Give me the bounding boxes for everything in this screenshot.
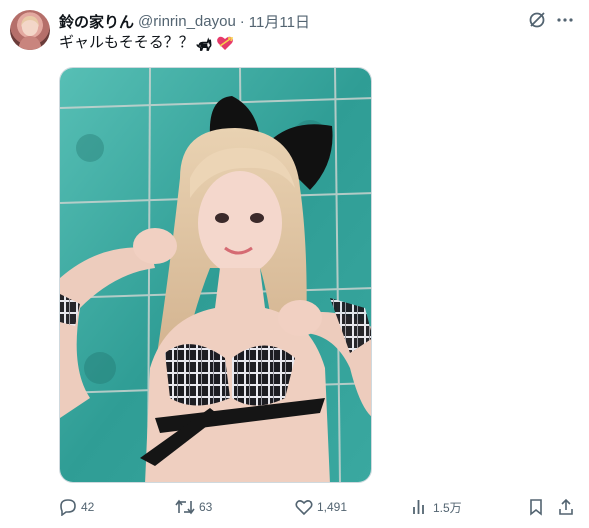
view-count: 1.5万 — [433, 500, 462, 515]
tweet-header: 鈴の家りん @rinrin_dayou · 11月11日 — [59, 11, 310, 31]
bookmark-button[interactable] — [527, 497, 545, 517]
tweet-date[interactable]: 11月11日 — [249, 11, 310, 32]
tweet-top-actions — [527, 10, 575, 30]
more-icon[interactable] — [555, 10, 575, 30]
avatar[interactable] — [10, 10, 50, 50]
heart-icon — [295, 500, 313, 516]
reply-button[interactable]: 42 — [59, 497, 94, 517]
retweet-count: 63 — [199, 500, 213, 514]
views-button[interactable]: 1.5万 — [411, 497, 462, 517]
tweet-photo[interactable] — [59, 67, 372, 483]
user-handle[interactable]: @rinrin_dayou — [138, 13, 236, 30]
retweet-button[interactable]: 63 — [175, 497, 212, 517]
share-button[interactable] — [557, 497, 575, 517]
retweet-icon — [175, 499, 195, 515]
views-icon — [413, 500, 424, 514]
reply-count: 42 — [81, 500, 95, 514]
separator-dot: · — [239, 12, 245, 30]
tweet-text: ギャルもそそる？？ — [59, 33, 234, 53]
heart-with-ribbon-emoji — [216, 34, 234, 52]
bookmark-icon — [530, 499, 542, 516]
display-name[interactable]: 鈴の家りん — [59, 11, 134, 32]
reply-icon — [60, 499, 76, 516]
tweet-action-bar: 42 63 1,491 1.5万 — [59, 497, 579, 517]
share-icon — [559, 498, 573, 515]
like-count: 1,491 — [317, 500, 348, 514]
tweet-body: ギャルもそそる？？ — [59, 34, 194, 51]
black-cat-emoji — [196, 34, 214, 52]
like-button[interactable]: 1,491 — [295, 497, 347, 517]
grok-icon[interactable] — [527, 10, 547, 30]
